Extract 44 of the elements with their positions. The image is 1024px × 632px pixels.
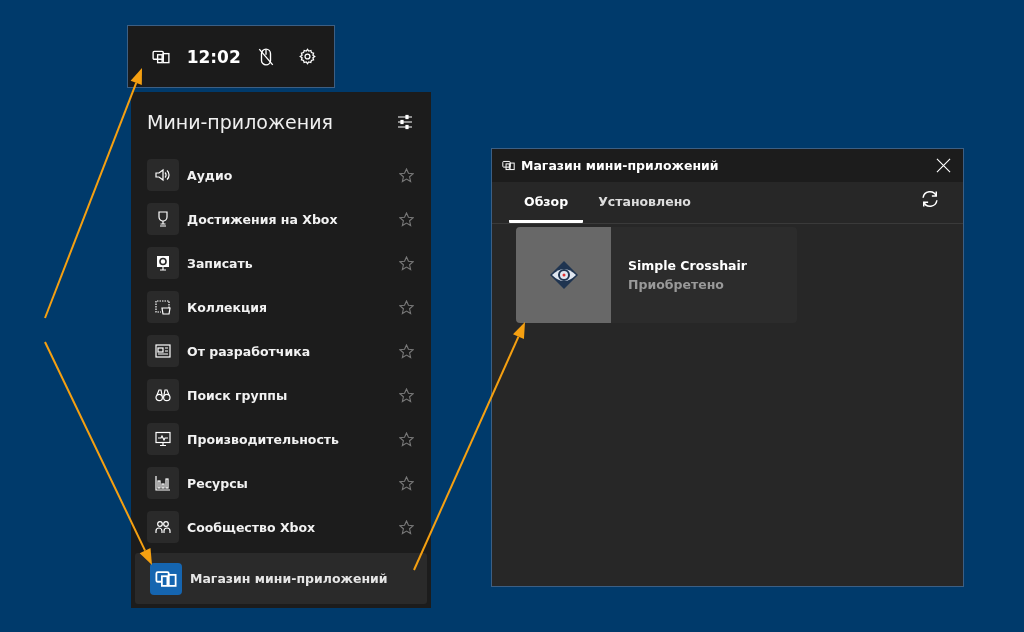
- star-icon[interactable]: [399, 343, 414, 359]
- sliders-icon: [397, 114, 413, 130]
- widget-label[interactable]: Поиск группы: [187, 387, 399, 403]
- star-icon[interactable]: [399, 387, 414, 403]
- star-icon[interactable]: [399, 475, 414, 491]
- star-icon[interactable]: [399, 299, 414, 315]
- widget-label[interactable]: Ресурсы: [187, 475, 399, 491]
- tab[interactable]: Обзор: [509, 182, 584, 223]
- widget-store-link[interactable]: Магазин мини-приложений: [135, 553, 427, 604]
- panel-title: Мини-приложения: [147, 111, 333, 133]
- gallery-icon: [155, 299, 171, 315]
- widgets-icon: [502, 159, 515, 172]
- settings-icon: [298, 48, 316, 65]
- widget-label[interactable]: Достижения на Xbox: [187, 211, 399, 227]
- clock-time: 12:02: [186, 46, 241, 67]
- star-icon[interactable]: [399, 255, 414, 271]
- widget-label[interactable]: Аудио: [187, 167, 399, 183]
- widget-label[interactable]: Сообщество Xbox: [187, 519, 399, 535]
- star-icon[interactable]: [399, 167, 414, 183]
- widget-card[interactable]: Simple Crosshair Приобретено: [516, 227, 797, 323]
- widget-label[interactable]: Производительность: [187, 431, 399, 447]
- refresh-icon: [920, 188, 940, 209]
- window-title: Магазин мини-приложений: [521, 158, 720, 173]
- close-icon: [935, 158, 951, 173]
- trophy-icon: [155, 211, 171, 227]
- bar-chart-icon: [155, 475, 171, 491]
- star-icon[interactable]: [399, 519, 414, 535]
- widget-name: Simple Crosshair: [628, 258, 747, 273]
- binoculars-icon: [155, 387, 171, 403]
- filter-button[interactable]: [395, 112, 415, 132]
- speaker-icon: [155, 167, 171, 183]
- tab[interactable]: Установлено: [583, 182, 706, 223]
- purchase-status: Приобретено: [628, 277, 725, 292]
- webcam-icon: [155, 255, 171, 271]
- store-logo-icon: [150, 562, 182, 595]
- widget-label[interactable]: Записать: [187, 255, 399, 271]
- crossed-mouse-icon: [258, 47, 275, 66]
- widget-label[interactable]: От разработчика: [187, 343, 399, 359]
- monitor-chart-icon: [155, 431, 171, 447]
- widget-label[interactable]: Коллекция: [187, 299, 399, 315]
- star-icon[interactable]: [399, 211, 414, 227]
- people-icon: [155, 519, 171, 535]
- newspaper-icon: [155, 343, 171, 359]
- star-icon[interactable]: [399, 431, 414, 447]
